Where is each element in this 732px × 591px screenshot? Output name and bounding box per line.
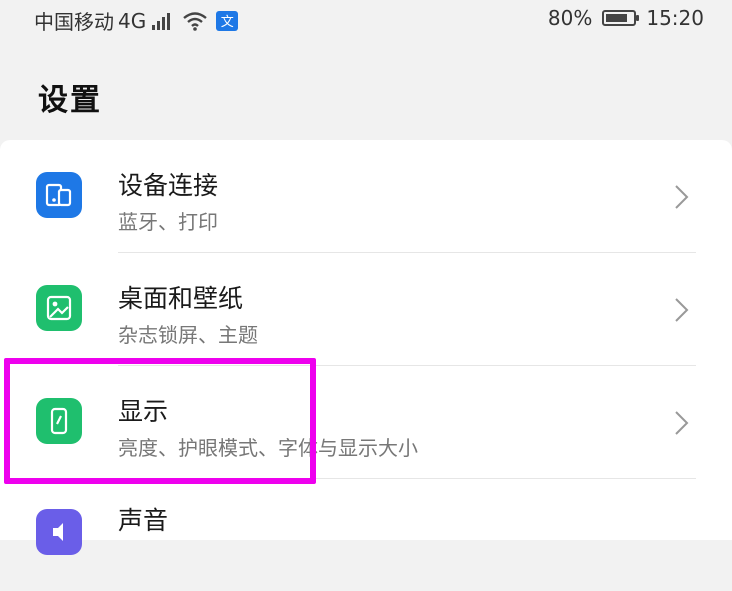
wifi-icon	[183, 11, 207, 31]
battery-percent: 80%	[547, 6, 593, 30]
status-left: 中国移动 4G 文	[34, 6, 239, 35]
settings-item-title: 声音	[118, 506, 169, 535]
wallpaper-icon	[36, 285, 82, 331]
settings-item-device-connection[interactable]: 设备连接 蓝牙、打印	[0, 140, 732, 252]
settings-item-subtitle: 杂志锁屏、主题	[118, 323, 258, 347]
battery-fill	[606, 14, 628, 22]
page-title: 设置	[38, 83, 102, 118]
chevron-right-icon	[675, 185, 689, 209]
network-type: 4G	[118, 8, 147, 33]
carrier-name: 中国移动	[34, 10, 114, 34]
status-bar: 中国移动 4G 文 80% 15:20	[0, 0, 732, 40]
settings-item-title: 桌面和壁纸	[118, 284, 244, 313]
device-connection-icon	[36, 172, 82, 218]
clock: 15:20	[646, 6, 704, 30]
sound-icon	[36, 509, 82, 555]
chevron-right-icon	[675, 298, 689, 322]
highlight-box	[4, 358, 316, 484]
settings-item-subtitle: 蓝牙、打印	[118, 210, 218, 234]
chevron-right-icon	[675, 411, 689, 435]
status-right: 80% 15:20	[548, 6, 704, 30]
notification-app-icon: 文	[216, 10, 239, 31]
battery-icon	[602, 10, 640, 26]
settings-item-title: 设备连接	[118, 171, 219, 200]
signal-icon	[152, 12, 171, 30]
settings-item-wallpaper[interactable]: 桌面和壁纸 杂志锁屏、主题	[0, 253, 732, 365]
settings-item-sound[interactable]: 声音	[0, 479, 732, 591]
